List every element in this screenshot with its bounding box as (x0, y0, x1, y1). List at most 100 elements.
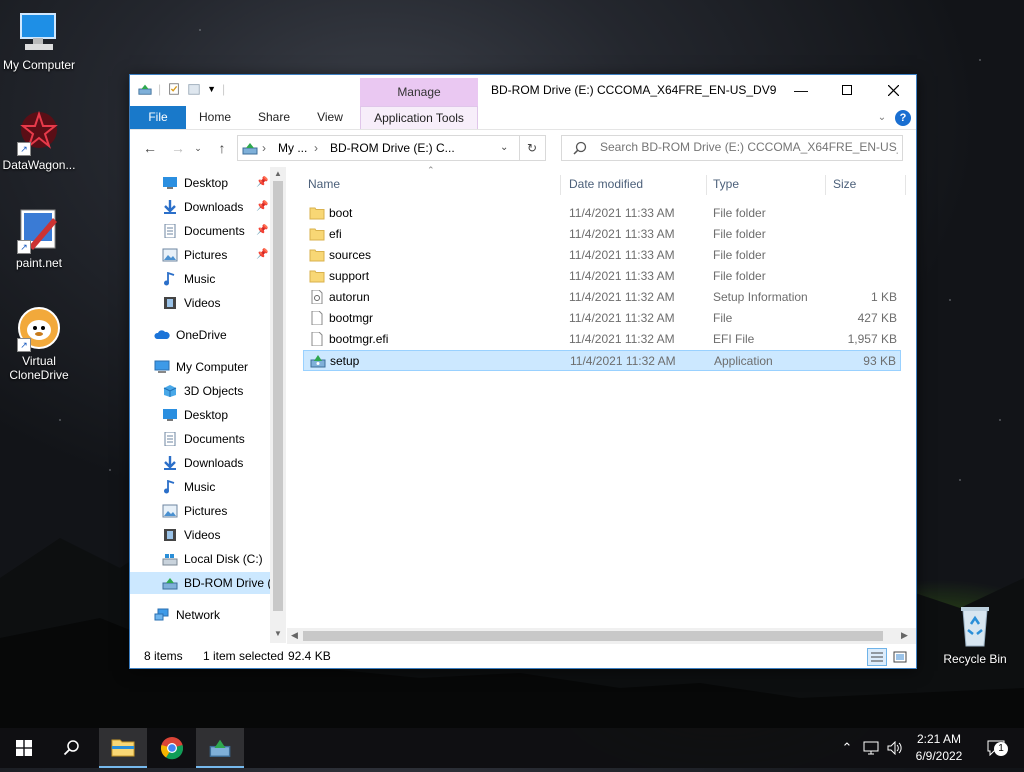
nav-item-pictures[interactable]: Pictures 📌 (130, 244, 270, 266)
taskbar-setup[interactable] (196, 728, 244, 768)
nav-item-desktop-pc[interactable]: Desktop (130, 404, 270, 426)
tab-manage[interactable]: Manage (360, 78, 478, 106)
notifications-button[interactable]: 1 (980, 728, 1012, 768)
pictures-icon (162, 504, 178, 518)
nav-item-music-pc[interactable]: Music (130, 476, 270, 498)
nav-item-desktop[interactable]: Desktop 📌 (130, 172, 270, 194)
desktop-icon-virtual-clonedrive[interactable]: ↗ Virtual CloneDrive (1, 304, 77, 382)
start-button[interactable] (0, 728, 48, 768)
column-header-name[interactable]: Name (308, 167, 558, 201)
scroll-right-icon[interactable]: ▶ (901, 630, 908, 641)
ribbon-tabs: File Home Share View Application Tools ⌄… (130, 106, 916, 130)
cloud-icon (154, 330, 170, 339)
file-size: 93 KB (863, 354, 896, 368)
search-box[interactable] (561, 135, 903, 161)
column-divider[interactable] (560, 175, 561, 195)
scroll-left-icon[interactable]: ◀ (291, 630, 298, 641)
taskbar: ⌃ 2:21 AM 6/9/2022 1 (0, 728, 1024, 768)
nav-item-documents-pc[interactable]: Documents (130, 428, 270, 450)
column-divider[interactable] (825, 175, 826, 195)
shortcut-arrow-icon: ↗ (17, 240, 31, 254)
tab-view[interactable]: View (306, 106, 354, 129)
address-dropdown-icon[interactable]: ⌄ (500, 136, 508, 160)
address-bar[interactable]: › My ... › BD-ROM Drive (E:) C... ⌄ (237, 135, 520, 161)
file-row-support[interactable]: support 11/4/2021 11:33 AM File folder (303, 266, 901, 287)
scrollbar-thumb[interactable] (303, 631, 883, 641)
nav-item-pictures-pc[interactable]: Pictures (130, 500, 270, 522)
refresh-button[interactable]: ↻ (519, 135, 546, 161)
file-row-setup[interactable]: setup 11/4/2021 11:32 AM Application 93 … (303, 350, 901, 371)
details-view-button[interactable] (867, 648, 887, 666)
nav-item-downloads-pc[interactable]: Downloads (130, 452, 270, 474)
file-list-horizontal-scrollbar[interactable]: ◀ ▶ (287, 628, 916, 644)
column-header-type[interactable]: Type (713, 167, 823, 201)
search-input[interactable] (600, 139, 898, 155)
breadcrumb-separator-icon[interactable]: › (262, 136, 266, 160)
volume-tray-icon[interactable] (884, 728, 906, 768)
nav-item-my-computer[interactable]: My Computer (130, 356, 270, 378)
network-tray-icon[interactable] (860, 728, 882, 768)
new-folder-icon[interactable] (187, 82, 201, 96)
nav-item-documents[interactable]: Documents 📌 (130, 220, 270, 242)
nav-item-bd-rom-drive[interactable]: BD-ROM Drive (E (130, 572, 270, 594)
nav-item-network[interactable]: Network (130, 604, 270, 626)
desktop-icon-recycle-bin[interactable]: Recycle Bin (937, 602, 1013, 666)
show-hidden-icons-button[interactable]: ⌃ (838, 728, 856, 768)
pin-icon: 📌 (256, 225, 269, 236)
nav-item-local-disk[interactable]: Local Disk (C:) (130, 548, 270, 570)
clock-date: 6/9/2022 (915, 749, 963, 763)
file-row-bootmgr[interactable]: bootmgr 11/4/2021 11:32 AM File 427 KB (303, 308, 901, 329)
nav-item-onedrive[interactable]: OneDrive (130, 324, 270, 346)
large-icons-view-button[interactable] (890, 648, 910, 666)
column-header-size[interactable]: Size (833, 167, 903, 201)
title-bar[interactable]: | ▼ | Manage BD-ROM Drive (E:) CCCOMA_X6… (130, 75, 916, 106)
recent-locations-button[interactable]: ⌄ (192, 138, 204, 158)
desktop-icon-paintnet[interactable]: ↗ paint.net (1, 206, 77, 270)
breadcrumb-my-computer[interactable]: My ... (278, 136, 307, 160)
breadcrumb-bd-rom-drive[interactable]: BD-ROM Drive (E:) C... (330, 136, 455, 160)
file-row-sources[interactable]: sources 11/4/2021 11:33 AM File folder (303, 245, 901, 266)
file-name: boot (329, 206, 353, 220)
search-taskbar-button[interactable] (48, 728, 96, 768)
taskbar-clock[interactable]: 2:21 AM 6/9/2022 (904, 731, 974, 765)
tab-file[interactable]: File (130, 106, 186, 129)
scroll-down-icon[interactable]: ▼ (274, 629, 282, 638)
forward-button[interactable]: → (168, 138, 188, 158)
nav-item-label: Downloads (184, 200, 244, 214)
taskbar-file-explorer[interactable] (99, 728, 147, 768)
file-row-autorun[interactable]: autorun 11/4/2021 11:32 AM Setup Informa… (303, 287, 901, 308)
status-item-count: 8 items (144, 649, 183, 663)
help-button[interactable]: ? (895, 110, 911, 126)
customize-toolbar-icon[interactable]: ▼ (207, 84, 216, 94)
scroll-up-icon[interactable]: ▲ (274, 169, 282, 178)
column-divider[interactable] (905, 175, 906, 195)
taskbar-chrome[interactable] (148, 728, 196, 768)
nav-item-downloads[interactable]: Downloads 📌 (130, 196, 270, 218)
maximize-button[interactable] (824, 75, 870, 105)
tab-share[interactable]: Share (248, 106, 300, 129)
nav-item-videos[interactable]: Videos (130, 292, 270, 314)
tab-home[interactable]: Home (190, 106, 240, 129)
breadcrumb-separator-icon[interactable]: › (314, 136, 318, 160)
nav-item-music[interactable]: Music (130, 268, 270, 290)
properties-icon[interactable] (167, 82, 181, 96)
column-divider[interactable] (706, 175, 707, 195)
minimize-button[interactable]: — (778, 75, 824, 105)
tab-application-tools[interactable]: Application Tools (360, 106, 478, 129)
file-date: 11/4/2021 11:32 AM (570, 354, 676, 368)
nav-item-videos-pc[interactable]: Videos (130, 524, 270, 546)
nav-item-3d-objects[interactable]: 3D Objects (130, 380, 270, 402)
up-button[interactable]: ↑ (212, 138, 232, 158)
folder-icon (309, 249, 325, 262)
file-row-efi[interactable]: efi 11/4/2021 11:33 AM File folder (303, 224, 901, 245)
desktop-icon-my-computer[interactable]: My Computer (1, 8, 77, 72)
column-header-date-modified[interactable]: Date modified (569, 167, 699, 201)
back-button[interactable]: ← (140, 138, 160, 158)
desktop-icon-datawagon[interactable]: ↗ DataWagon... (1, 108, 77, 172)
navigation-scrollbar[interactable]: ▲ ▼ (270, 167, 286, 643)
file-row-boot[interactable]: boot 11/4/2021 11:33 AM File folder (303, 203, 901, 224)
file-row-bootmgr-efi[interactable]: bootmgr.efi 11/4/2021 11:32 AM EFI File … (303, 329, 901, 350)
close-button[interactable] (870, 75, 916, 105)
expand-ribbon-button[interactable]: ⌄ (874, 110, 890, 126)
scrollbar-thumb[interactable] (273, 181, 283, 611)
